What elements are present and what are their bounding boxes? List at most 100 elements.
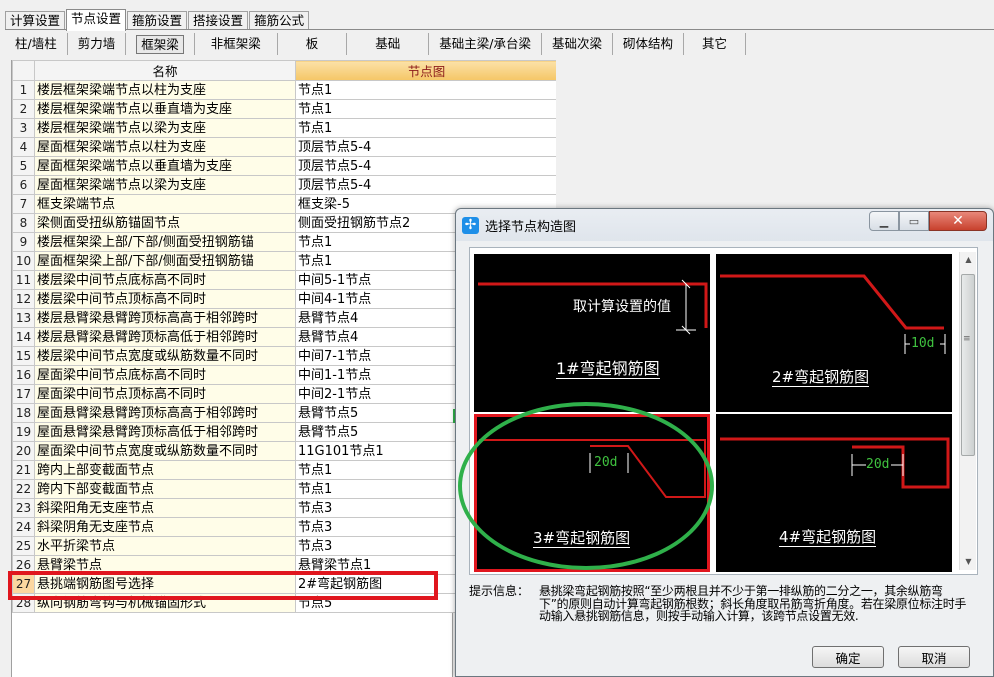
component-tabs: 柱/墙柱 剪力墙 框架梁 非框架梁 板 基础 基础主梁/承台梁 基础次梁 砌体结… bbox=[5, 33, 747, 55]
node-name-cell[interactable]: 梁侧面受扭纵筋锚固节点 bbox=[34, 213, 296, 233]
diagram-option-1[interactable]: 取计算设置的值 1#弯起钢筋图 bbox=[474, 254, 710, 412]
scroll-down-icon[interactable]: ▼ bbox=[960, 554, 977, 570]
scroll-up-icon[interactable]: ▲ bbox=[960, 252, 977, 268]
table-row[interactable]: 6 屋面框架梁端节点以梁为支座 顶层节点5-4 bbox=[12, 175, 556, 195]
rebar-diagram-1 bbox=[478, 279, 708, 335]
tab-stirrup-settings[interactable]: 箍筋设置 bbox=[127, 11, 188, 30]
header-rownum bbox=[12, 60, 35, 81]
node-settings-grid: 名称 节点图 1 楼层框架梁端节点以柱为支座 节点1 2 楼层框架梁端节点以垂直墙为支座… bbox=[11, 60, 556, 677]
diagram-option-2[interactable]: 10d 2#弯起钢筋图 bbox=[716, 254, 952, 412]
diagram-label: 2#弯起钢筋图 bbox=[772, 368, 870, 387]
node-name-cell[interactable]: 楼层框架梁上部/下部/侧面受扭钢筋锚 bbox=[34, 232, 296, 252]
node-name-cell[interactable]: 跨内下部变截面节点 bbox=[34, 479, 296, 499]
subtab-frame-beam[interactable]: 框架梁 bbox=[126, 33, 195, 55]
node-name-cell[interactable]: 斜梁阴角无支座节点 bbox=[34, 517, 296, 537]
node-name-cell[interactable]: 楼层悬臂梁悬臂跨顶标高高于相邻跨时 bbox=[34, 308, 296, 328]
node-name-cell[interactable]: 屋面框架梁端节点以柱为支座 bbox=[34, 137, 296, 157]
select-node-diagram-dialog: ✢ 选择节点构造图 ▁ ▭ ✕ 取计算设置的值 1#弯起钢筋图 10d 2#弯起… bbox=[455, 208, 994, 677]
tab-stirrup-formula[interactable]: 箍筋公式 bbox=[249, 11, 310, 30]
tab-node-settings[interactable]: 节点设置 bbox=[66, 9, 127, 31]
node-name-cell[interactable]: 楼层悬臂梁悬臂跨顶标高低于相邻跨时 bbox=[34, 327, 296, 347]
node-picture-cell[interactable]: 顶层节点5-4 bbox=[295, 175, 556, 195]
diagram-option-3-selected[interactable]: 20d 3#弯起钢筋图 bbox=[474, 414, 710, 572]
table-row[interactable]: 3 楼层框架梁端节点以梁为支座 节点1 bbox=[12, 118, 556, 138]
node-name-cell[interactable]: 屋面框架梁端节点以垂直墙为支座 bbox=[34, 156, 296, 176]
node-name-cell[interactable]: 屋面梁中间节点宽度或纵筋数量不同时 bbox=[34, 441, 296, 461]
node-name-cell[interactable]: 跨内上部变截面节点 bbox=[34, 460, 296, 480]
row-number: 7 bbox=[12, 194, 35, 214]
row-number: 16 bbox=[12, 365, 35, 385]
scrollbar-thumb[interactable] bbox=[961, 274, 975, 456]
row-number: 19 bbox=[12, 422, 35, 442]
subtab-foundation[interactable]: 基础 bbox=[347, 33, 430, 55]
node-name-cell[interactable]: 屋面框架梁端节点以梁为支座 bbox=[34, 175, 296, 195]
node-name-cell[interactable]: 屋面梁中间节点顶标高不同时 bbox=[34, 384, 296, 404]
node-picture-cell[interactable]: 顶层节点5-4 bbox=[295, 137, 556, 157]
close-icon[interactable]: ✕ bbox=[929, 211, 987, 231]
subtab-masonry[interactable]: 砌体结构 bbox=[613, 33, 685, 55]
row-number: 12 bbox=[12, 289, 35, 309]
header-name[interactable]: 名称 bbox=[34, 60, 296, 81]
minimize-icon[interactable]: ▁ bbox=[869, 211, 899, 231]
app-icon: ✢ bbox=[462, 216, 479, 234]
node-name-cell[interactable]: 斜梁阳角无支座节点 bbox=[34, 498, 296, 518]
subtab-slab[interactable]: 板 bbox=[278, 33, 348, 55]
row-number: 24 bbox=[12, 517, 35, 537]
node-name-cell[interactable]: 楼层框架梁端节点以柱为支座 bbox=[34, 80, 296, 100]
subtab-foundation-main-beam[interactable]: 基础主梁/承台梁 bbox=[429, 33, 543, 55]
subtab-label: 基础主梁/承台梁 bbox=[439, 36, 532, 51]
node-name-cell[interactable]: 楼层梁中间节点底标高不同时 bbox=[34, 270, 296, 290]
tab-divider bbox=[5, 29, 994, 30]
node-picture-cell[interactable]: 节点1 bbox=[295, 99, 556, 119]
node-name-cell[interactable]: 水平折梁节点 bbox=[34, 536, 296, 556]
subtab-other[interactable]: 其它 bbox=[684, 33, 747, 55]
table-row[interactable]: 1 楼层框架梁端节点以柱为支座 节点1 bbox=[12, 80, 556, 100]
row-number: 23 bbox=[12, 498, 35, 518]
node-name-cell[interactable]: 楼层框架梁端节点以梁为支座 bbox=[34, 118, 296, 138]
node-name-cell[interactable]: 框支梁端节点 bbox=[34, 194, 296, 214]
node-name-cell[interactable]: 屋面悬臂梁悬臂跨顶标高高于相邻跨时 bbox=[34, 403, 296, 423]
diagram-option-4[interactable]: 20d 4#弯起钢筋图 bbox=[716, 414, 952, 572]
hint-label: 提示信息： bbox=[469, 584, 530, 598]
node-name-cell[interactable]: 屋面梁中间节点底标高不同时 bbox=[34, 365, 296, 385]
dialog-titlebar[interactable]: ✢ 选择节点构造图 ▁ ▭ ✕ bbox=[456, 209, 993, 241]
dialog-title: 选择节点构造图 bbox=[485, 219, 577, 235]
maximize-icon[interactable]: ▭ bbox=[899, 211, 929, 231]
node-name-cell[interactable]: 屋面悬臂梁悬臂跨顶标高低于相邻跨时 bbox=[34, 422, 296, 442]
subtab-label: 柱/墙柱 bbox=[15, 36, 57, 51]
row-number: 2 bbox=[12, 99, 35, 119]
gallery-scrollbar[interactable]: ▲ ≡ ▼ bbox=[959, 252, 976, 570]
node-name-cell[interactable]: 楼层梁中间节点顶标高不同时 bbox=[34, 289, 296, 309]
subtab-label: 基础 bbox=[375, 36, 401, 51]
subtab-label: 非框架梁 bbox=[210, 36, 261, 51]
table-row[interactable]: 5 屋面框架梁端节点以垂直墙为支座 顶层节点5-4 bbox=[12, 156, 556, 176]
tab-calc-settings[interactable]: 计算设置 bbox=[5, 11, 66, 30]
subtab-shear-wall[interactable]: 剪力墙 bbox=[68, 33, 127, 55]
node-name-cell[interactable]: 楼层框架梁端节点以垂直墙为支座 bbox=[34, 99, 296, 119]
grip-icon: ≡ bbox=[963, 334, 971, 344]
row-number: 1 bbox=[12, 80, 35, 100]
subtab-foundation-secondary-beam[interactable]: 基础次梁 bbox=[542, 33, 614, 55]
node-name-cell[interactable]: 屋面框架梁上部/下部/侧面受扭钢筋锚 bbox=[34, 251, 296, 271]
node-picture-cell[interactable]: 顶层节点5-4 bbox=[295, 156, 556, 176]
row-number: 9 bbox=[12, 232, 35, 252]
node-name-cell[interactable]: 楼层梁中间节点宽度或纵筋数量不同时 bbox=[34, 346, 296, 366]
subtab-non-frame-beam[interactable]: 非框架梁 bbox=[195, 33, 278, 55]
row-number: 22 bbox=[12, 479, 35, 499]
row-number: 5 bbox=[12, 156, 35, 176]
node-name-cell[interactable]: 悬挑端钢筋图号选择 bbox=[34, 574, 296, 594]
table-row[interactable]: 2 楼层框架梁端节点以垂直墙为支座 节点1 bbox=[12, 99, 556, 119]
header-node-picture[interactable]: 节点图 bbox=[295, 60, 556, 81]
ok-button[interactable]: 确定 bbox=[812, 646, 884, 668]
dimension-label: 10d bbox=[911, 336, 935, 351]
node-picture-cell[interactable]: 节点1 bbox=[295, 118, 556, 138]
row-number: 25 bbox=[12, 536, 35, 556]
cancel-button[interactable]: 取消 bbox=[898, 646, 970, 668]
node-name-cell[interactable]: 纵向钢筋弯钩与机械锚固形式 bbox=[34, 593, 296, 613]
tab-lap-settings[interactable]: 搭接设置 bbox=[188, 11, 249, 30]
node-picture-cell[interactable]: 节点1 bbox=[295, 80, 556, 100]
subtab-column[interactable]: 柱/墙柱 bbox=[5, 33, 68, 55]
table-row[interactable]: 4 屋面框架梁端节点以柱为支座 顶层节点5-4 bbox=[12, 137, 556, 157]
subtab-label: 砌体结构 bbox=[623, 36, 674, 51]
node-name-cell[interactable]: 悬臂梁节点 bbox=[34, 555, 296, 575]
